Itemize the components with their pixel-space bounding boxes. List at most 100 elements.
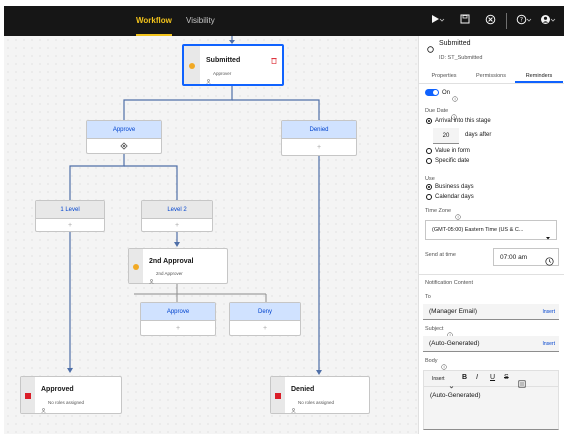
stage-assignee: Approver: [213, 71, 232, 76]
toggle-label: On: [442, 90, 451, 96]
radio-business-days[interactable]: [426, 184, 432, 190]
branch-label: 1 Level: [36, 201, 104, 219]
due-date-label: Due Date: [425, 108, 449, 114]
radio-specific-date[interactable]: [426, 158, 432, 164]
branch-level-2[interactable]: Level 2 +: [141, 200, 213, 232]
save-icon[interactable]: [458, 14, 472, 28]
body-value: (Auto-Generated): [430, 392, 481, 399]
add-step-button[interactable]: +: [141, 321, 215, 335]
tab-divider: [419, 83, 564, 84]
stage-title: 2nd Approval: [149, 258, 194, 265]
radio-arrival[interactable]: [426, 118, 432, 124]
strikethrough-button[interactable]: S: [504, 374, 509, 381]
trash-icon[interactable]: [271, 51, 277, 64]
branch-denied[interactable]: Denied +: [281, 120, 357, 156]
branch-label: Level 2: [142, 201, 212, 219]
body-label: Body: [425, 358, 438, 364]
bold-button[interactable]: B: [462, 374, 467, 381]
radio-calendar-days[interactable]: [426, 194, 432, 200]
tab-permissions[interactable]: Permissions: [467, 69, 515, 83]
info-icon[interactable]: i: [451, 107, 457, 120]
chevron-down-icon[interactable]: [438, 14, 446, 28]
underline-button[interactable]: U: [490, 374, 495, 381]
notification-content-label: Notification Content: [425, 280, 473, 286]
add-step-button[interactable]: +: [230, 321, 300, 335]
stage-node-denied[interactable]: Denied No roles assigned: [270, 376, 370, 414]
tab-workflow[interactable]: Workflow: [136, 6, 172, 36]
stage-node-submitted[interactable]: Submitted Approver: [182, 44, 284, 86]
diamond-icon[interactable]: [87, 139, 161, 153]
tab-properties[interactable]: Properties: [421, 69, 467, 83]
add-step-button[interactable]: +: [142, 219, 212, 231]
chevron-down-icon: [449, 377, 454, 389]
days-input[interactable]: 20: [433, 128, 459, 144]
user-icon: [41, 400, 46, 413]
stage-title: Submitted: [206, 57, 241, 64]
radio-specific-date-label: Specific date: [435, 158, 470, 164]
stage-assignee: 2nd Approver: [156, 271, 183, 276]
time-zone-label: Time Zone: [425, 208, 452, 214]
branch-approve[interactable]: Approve: [86, 120, 162, 154]
info-icon[interactable]: i: [455, 207, 461, 220]
editor-toolbar: Insert B I U S: [424, 371, 558, 389]
info-icon[interactable]: i: [452, 89, 458, 102]
branch-label: Denied: [282, 121, 356, 139]
branch-level-1[interactable]: 1 Level +: [35, 200, 105, 232]
italic-button[interactable]: I: [476, 374, 478, 381]
body-editor[interactable]: Insert B I U S (Auto-Generated): [423, 370, 559, 430]
radio-arrival-label: Arrival into this stage: [435, 118, 491, 124]
pending-status-icon: [189, 63, 195, 69]
clock-icon[interactable]: [545, 253, 554, 266]
image-icon[interactable]: [518, 375, 526, 388]
caret-down-icon: [545, 228, 551, 240]
svg-text:i: i: [454, 97, 455, 102]
connector-lines: [67, 36, 322, 375]
section-divider: [419, 274, 564, 275]
time-zone-value: (GMT-05:00) Eastern Time (US & C...: [432, 227, 524, 233]
user-icon: [206, 71, 211, 84]
tab-visibility[interactable]: Visibility: [186, 6, 215, 36]
send-time-value: 07:00 am: [500, 254, 528, 261]
stage-node-2nd-approval[interactable]: 2nd Approval 2nd Approver: [128, 248, 228, 284]
branch-label: Deny: [230, 303, 300, 321]
toolbar-separator: [506, 13, 507, 29]
subject-field[interactable]: (Auto-Generated) Insert: [423, 336, 559, 352]
stage-node-approved[interactable]: Approved No roles assigned: [20, 376, 122, 414]
add-step-button[interactable]: +: [282, 139, 356, 155]
branch-label: Approve: [141, 303, 215, 321]
cancel-icon[interactable]: [483, 14, 497, 28]
days-after-label: days after: [465, 132, 492, 138]
time-zone-select[interactable]: (GMT-05:00) Eastern Time (US & C...: [425, 220, 557, 240]
stage-title: Denied: [291, 386, 315, 393]
to-field[interactable]: (Manager Email) Insert: [423, 304, 559, 320]
chevron-down-icon[interactable]: [549, 14, 557, 28]
body-insert-button[interactable]: Insert: [432, 376, 445, 382]
insert-button[interactable]: Insert: [542, 309, 555, 315]
user-icon: [291, 400, 296, 413]
workflow-canvas[interactable]: Submitted Approver Approve Denied + 1 Le…: [4, 36, 418, 434]
end-status-icon: [275, 393, 281, 399]
radio-value-in-form[interactable]: [426, 148, 432, 154]
end-status-icon: [25, 393, 31, 399]
svg-text:?: ?: [519, 17, 522, 24]
send-time-input[interactable]: 07:00 am: [493, 248, 559, 266]
user-icon: [149, 271, 154, 284]
info-icon[interactable]: i: [441, 357, 447, 370]
radio-business-days-label: Business days: [435, 184, 474, 190]
stage-status-circle-icon: [427, 40, 434, 53]
subject-label: Subject: [425, 326, 444, 332]
info-icon[interactable]: i: [447, 325, 453, 338]
stage-assignee: No roles assigned: [298, 400, 335, 405]
app-window: Workflow Visibility ? Submitted Approver…: [0, 0, 568, 442]
chevron-down-icon[interactable]: [525, 14, 533, 28]
svg-text:i: i: [457, 215, 458, 220]
insert-button[interactable]: Insert: [542, 341, 555, 347]
stage-assignee: No roles assigned: [48, 400, 85, 405]
add-step-button[interactable]: +: [36, 219, 104, 231]
tab-reminders[interactable]: Reminders: [515, 69, 563, 83]
radio-value-in-form-label: Value in form: [435, 148, 470, 154]
branch-deny[interactable]: Deny +: [229, 302, 301, 336]
branch-approve-2[interactable]: Approve +: [140, 302, 216, 336]
reminders-toggle[interactable]: [425, 89, 439, 96]
to-label: To: [425, 294, 431, 300]
